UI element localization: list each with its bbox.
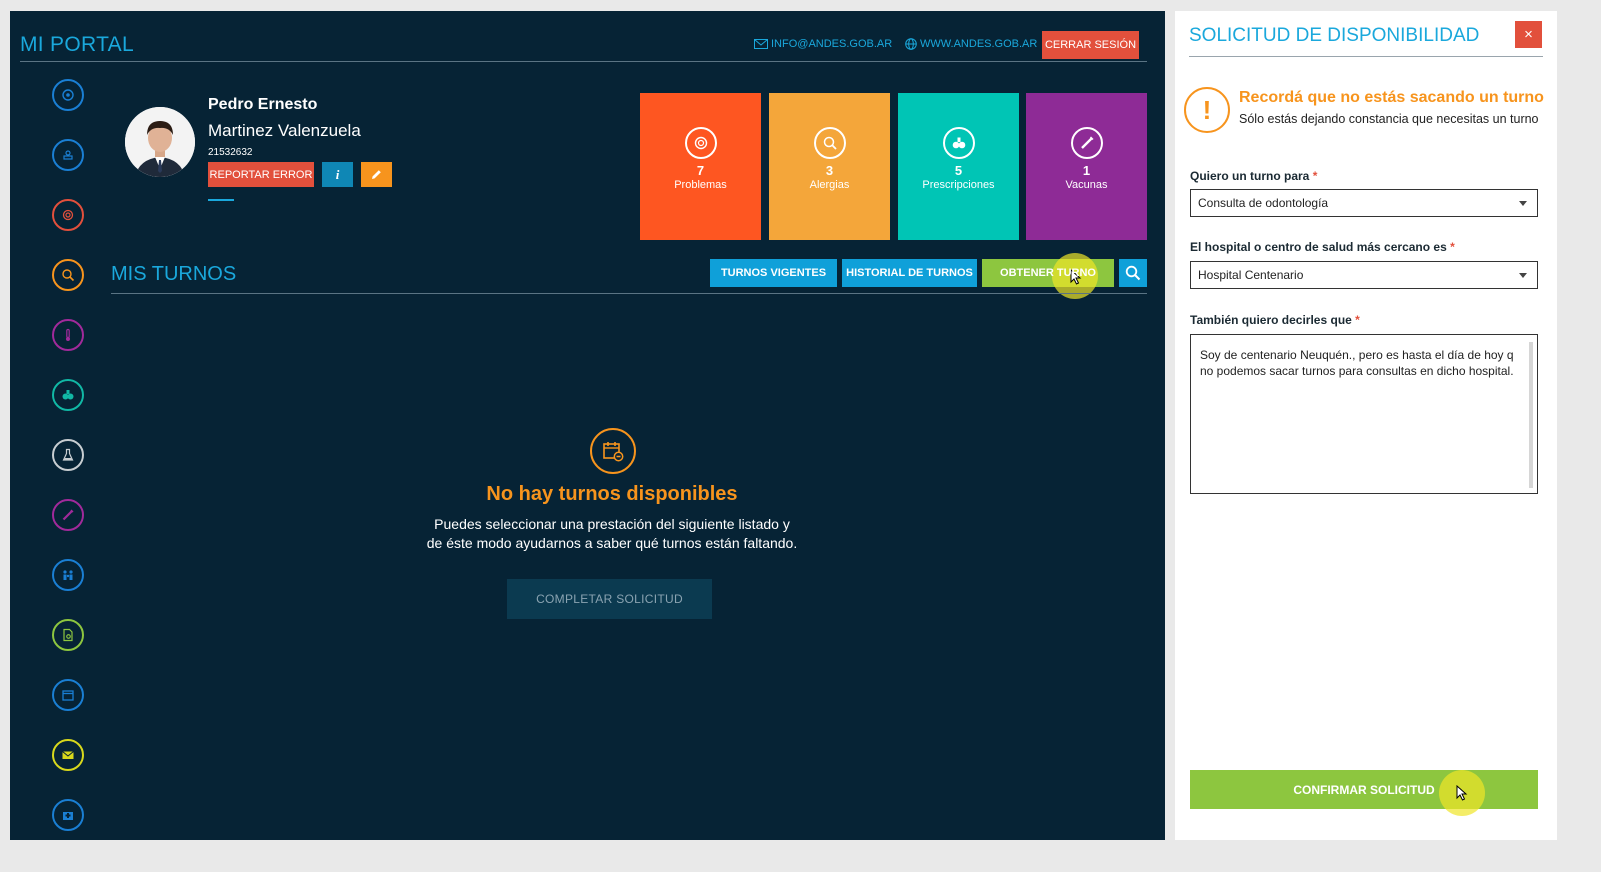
nav-pills-icon[interactable] [52,379,84,411]
empty-state-line2: de éste modo ayudarnos a saber qué turno… [426,535,798,551]
edit-button[interactable] [361,162,392,187]
hospital-field-label-text: El hospital o centro de salud más cercan… [1190,240,1447,254]
patient-document: 21532632 [208,147,253,158]
warning-subtitle: Sólo estás dejando constancia que necesi… [1239,112,1539,126]
stat-card-prescripciones[interactable]: 5 Prescripciones [898,93,1019,240]
service-field-label-text: Quiero un turno para [1190,169,1310,183]
patient-first-name: Pedro Ernesto [208,96,318,113]
drawer-title: SOLICITUD DE DISPONIBILIDAD [1189,25,1480,46]
close-button[interactable]: × [1515,21,1542,48]
stat-card-problemas[interactable]: 7 Problemas [640,93,761,240]
stat-label: Problemas [674,179,727,191]
nav-problem-icon[interactable] [52,199,84,231]
nav-mail-icon[interactable] [52,739,84,771]
warning-title: Recordá que no estás sacando un turno [1239,89,1544,106]
vaccine-icon [1070,127,1103,159]
hospital-field-label: El hospital o centro de salud más cercan… [1190,240,1455,254]
web-link-text: WWW.ANDES.GOB.AR [920,38,1038,50]
request-drawer: SOLICITUD DE DISPONIBILIDAD × ! Recordá … [1175,11,1557,840]
tab-obtener-turno-label: OBTENER TURNO [1000,267,1096,279]
portal-title: MI PORTAL [20,33,134,56]
allergy-icon [813,127,846,159]
chevron-down-icon [1519,273,1527,278]
globe-icon [905,38,917,50]
comment-field-label-text: También quiero decirles que [1190,313,1352,327]
email-link-text: INFO@ANDES.GOB.AR [771,38,893,50]
stat-card-alergias[interactable]: 3 Alergias [769,93,890,240]
stat-card-vacunas[interactable]: 1 Vacunas [1026,93,1147,240]
pencil-icon [372,170,381,179]
textarea-scrollbar[interactable] [1529,342,1533,488]
problem-icon [684,127,717,159]
web-link[interactable]: WWW.ANDES.GOB.AR [905,38,1037,50]
nav-hand-icon[interactable] [52,139,84,171]
pills-icon [942,127,975,159]
chevron-down-icon [1519,201,1527,206]
service-select[interactable]: Consulta de odontología [1190,189,1538,217]
avatar [125,107,195,177]
nav-document-icon[interactable] [52,619,84,651]
email-link[interactable]: INFO@ANDES.GOB.AR [754,38,892,50]
hospital-select-value: Hospital Centenario [1198,268,1304,282]
profile-underline [208,199,234,201]
section-divider [111,293,1147,294]
info-button[interactable]: i [322,162,353,187]
tab-historial-turnos[interactable]: HISTORIAL DE TURNOS [842,259,977,287]
header-divider [20,61,1147,62]
required-mark: * [1312,169,1318,183]
empty-state-title: No hay turnos disponibles [486,483,738,505]
section-title: MIS TURNOS [111,263,237,285]
warning-icon: ! [1184,87,1230,133]
complete-request-button[interactable]: COMPLETAR SOLICITUD [507,579,712,619]
confirm-request-button[interactable]: CONFIRMAR SOLICITUD [1190,770,1538,809]
nav-target-icon[interactable] [52,79,84,111]
nav-calendar-icon[interactable] [52,679,84,711]
stat-count: 3 [825,163,834,178]
calendar-empty-icon [590,428,636,474]
service-field-label: Quiero un turno para * [1190,169,1317,183]
required-mark: * [1450,240,1455,254]
stat-count: 7 [696,163,705,178]
nav-hospital-icon[interactable] [52,799,84,831]
service-select-value: Consulta de odontología [1198,196,1329,210]
nav-thermometer-icon[interactable] [52,319,84,351]
envelope-icon [754,39,768,49]
stat-count: 1 [1082,163,1091,178]
report-error-button[interactable]: REPORTAR ERROR [208,162,314,187]
drawer-divider [1189,56,1543,57]
search-button[interactable] [1119,259,1147,287]
hospital-select[interactable]: Hospital Centenario [1190,261,1538,289]
logout-button[interactable]: CERRAR SESIÓN [1042,31,1139,59]
stat-label: Prescripciones [922,179,995,191]
stat-count: 5 [954,163,963,178]
nav-allergy-icon[interactable] [52,259,84,291]
empty-state-description: Puedes seleccionar una prestación del si… [310,515,914,553]
stat-label: Vacunas [1065,179,1108,191]
mouse-pointer-icon [1456,785,1468,801]
comment-textarea[interactable]: Soy de centenario Neuquén., pero es hast… [1190,334,1538,494]
search-icon [1125,265,1141,281]
comment-textarea-value: Soy de centenario Neuquén., pero es hast… [1200,348,1514,378]
nav-family-icon[interactable] [52,559,84,591]
comment-field-label: También quiero decirles que * [1190,313,1360,327]
empty-state-line1: Puedes seleccionar una prestación del si… [434,516,790,532]
portal-panel: MI PORTAL INFO@ANDES.GOB.AR WWW.ANDES.GO… [10,11,1165,840]
tab-turnos-vigentes[interactable]: TURNOS VIGENTES [710,259,837,287]
required-mark: * [1355,313,1360,327]
nav-lab-flask-icon[interactable] [52,439,84,471]
patient-last-name: Martinez Valenzuela [208,121,361,140]
nav-vaccine-icon[interactable] [52,499,84,531]
stat-label: Alergias [809,179,850,191]
